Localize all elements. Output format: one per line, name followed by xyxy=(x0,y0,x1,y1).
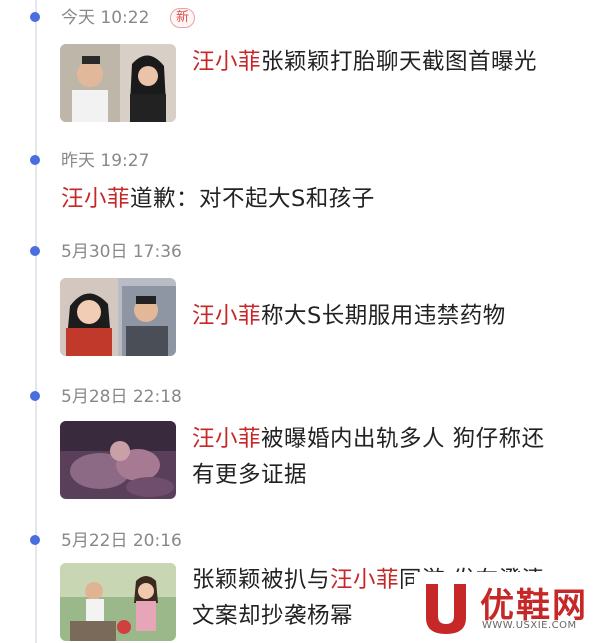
site-watermark: 优鞋网 WWW.USXIE.COM xyxy=(414,572,600,643)
couple-photo-icon xyxy=(60,278,176,356)
timeline-entry[interactable]: 5月28日 22:18 汪小菲被曝婚内出轨多人 狗仔称还有更多证据 xyxy=(0,380,600,525)
blurred-scene-photo-icon xyxy=(60,421,176,499)
entry-time: 今天 10:22 xyxy=(61,8,150,28)
news-thumbnail[interactable] xyxy=(60,421,176,499)
news-headline[interactable]: 汪小菲被曝婚内出轨多人 狗仔称还有更多证据 xyxy=(192,421,562,493)
news-headline[interactable]: 汪小菲张颖颖打胎聊天截图首曝光 xyxy=(192,44,572,80)
timeline-entry[interactable]: 今天 10:22 新 汪小菲张颖颖打胎聊天截图首曝光 xyxy=(0,0,600,140)
headline-text: 称大S长期服用违禁药物 xyxy=(261,303,506,329)
timeline-entry[interactable]: 昨天 19:27 汪小菲道歉：对不起大S和孩子 xyxy=(0,140,600,235)
news-thumbnail[interactable] xyxy=(60,563,176,641)
timeline-dot xyxy=(30,391,40,401)
timeline-dot xyxy=(30,535,40,545)
headline-text: 道歉：对不起大S和孩子 xyxy=(130,186,375,212)
timeline-dot xyxy=(30,246,40,256)
entry-time: 昨天 19:27 xyxy=(61,151,150,171)
watermark-url: WWW.USXIE.COM xyxy=(482,620,577,631)
news-thumbnail[interactable] xyxy=(60,44,176,122)
couple-photo-icon xyxy=(60,44,176,122)
highlight-name: 汪小菲 xyxy=(192,49,262,75)
entry-time: 5月22日 20:16 xyxy=(61,531,182,551)
news-thumbnail[interactable] xyxy=(60,278,176,356)
highlight-name: 汪小菲 xyxy=(330,567,400,593)
outdoor-couple-photo-icon xyxy=(60,563,176,641)
news-headline[interactable]: 汪小菲道歉：对不起大S和孩子 xyxy=(61,181,561,217)
headline-prefix: 张颖颖被扒与 xyxy=(192,567,331,593)
new-badge: 新 xyxy=(170,8,196,28)
timeline-dot xyxy=(30,12,40,22)
highlight-name: 汪小菲 xyxy=(192,426,262,452)
headline-text: 张颖颖打胎聊天截图首曝光 xyxy=(261,49,538,75)
news-headline[interactable]: 汪小菲称大S长期服用违禁药物 xyxy=(192,298,572,334)
brand-logo-icon xyxy=(426,584,466,634)
entry-time: 5月30日 17:36 xyxy=(61,242,182,262)
timeline-entry[interactable]: 5月30日 17:36 汪小菲称大S长期服用违禁药物 xyxy=(0,235,600,380)
highlight-name: 汪小菲 xyxy=(192,303,262,329)
timeline-dot xyxy=(30,155,40,165)
entry-time: 5月28日 22:18 xyxy=(61,387,182,407)
highlight-name: 汪小菲 xyxy=(61,186,131,212)
